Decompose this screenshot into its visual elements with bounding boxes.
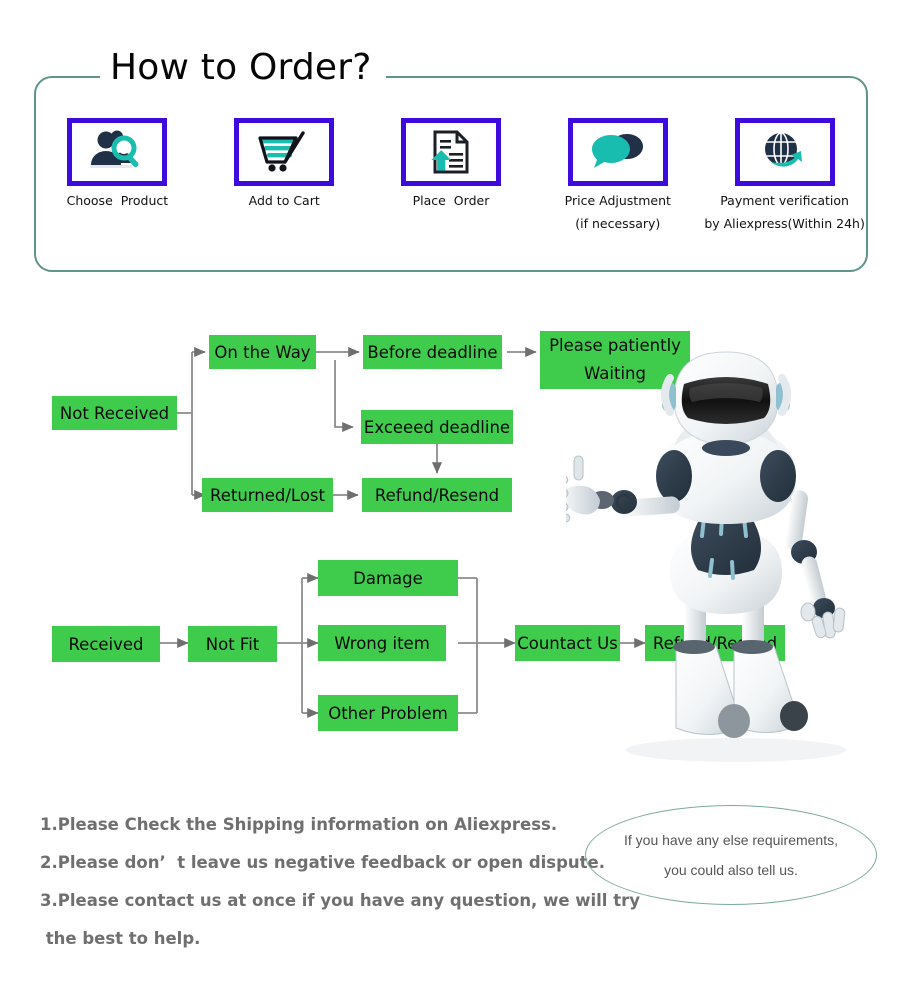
node-received[interactable]: Received [52, 626, 160, 662]
chat-bubbles-icon [589, 130, 647, 174]
step-icon-frame [734, 118, 835, 186]
step-label: Payment verification [720, 193, 849, 208]
node-other-problem[interactable]: Other Problem [318, 695, 458, 731]
step-label: Add to Cart [248, 193, 320, 208]
node-damage[interactable]: Damage [318, 560, 458, 596]
requirements-bubble: If you have any else requirements, you c… [585, 805, 877, 905]
node-returned-lost[interactable]: Returned/Lost [202, 478, 333, 512]
order-steps: Choose Product Add to Cart Place Order P… [34, 118, 868, 258]
node-please-patiently-waiting[interactable]: Please patiently Waiting [540, 331, 690, 389]
node-refund-resend-received[interactable]: Refund/Resend [645, 625, 785, 661]
node-contact-us[interactable]: Countact Us [515, 625, 620, 661]
note-line-4: the best to help. [40, 929, 201, 948]
document-upload-icon [426, 129, 476, 175]
step-add-to-cart[interactable]: Add to Cart [209, 118, 359, 209]
node-not-fit[interactable]: Not Fit [188, 626, 277, 662]
order-issue-flowchart: Not Received On the Way Before deadline … [0, 300, 900, 770]
node-refund-resend-shipping[interactable]: Refund/Resend [362, 478, 512, 512]
node-not-received[interactable]: Not Received [52, 396, 177, 430]
step-icon-frame [67, 118, 168, 186]
step-icon-frame [234, 118, 335, 186]
step-price-adjustment[interactable]: Price Adjustment (if necessary) [543, 118, 693, 232]
note-line-3: 3.Please contact us at once if you have … [40, 891, 640, 910]
step-label: Price Adjustment [564, 193, 671, 208]
step-label: Choose Product [66, 193, 169, 208]
node-before-deadline[interactable]: Before deadline [363, 335, 502, 369]
step-sublabel: (if necessary) [575, 216, 661, 231]
step-icon-frame [400, 118, 501, 186]
bubble-line-1: If you have any else requirements, [623, 832, 838, 848]
node-exceed-deadline[interactable]: Exceeed deadline [361, 410, 513, 444]
shopping-cart-icon [255, 129, 313, 175]
note-line-2: 2.Please don’ t leave us negative feedba… [40, 853, 606, 872]
step-label: Place Order [412, 193, 490, 208]
person-search-icon [88, 129, 146, 175]
note-line-1: 1.Please Check the Shipping information … [40, 815, 558, 834]
step-place-order[interactable]: Place Order [376, 118, 526, 209]
shipping-notes: 1.Please Check the Shipping information … [40, 806, 640, 958]
page-root: How to Order? Choose Product Add to Cart… [0, 0, 900, 1000]
globe-arrow-icon [759, 129, 811, 175]
step-icon-frame [567, 118, 668, 186]
step-choose-product[interactable]: Choose Product [42, 118, 192, 209]
bubble-line-2: you could also tell us. [664, 862, 798, 878]
page-title: How to Order? [100, 46, 386, 90]
step-payment-verification[interactable]: Payment verification by Aliexpress(Withi… [704, 118, 865, 232]
node-on-the-way[interactable]: On the Way [209, 335, 316, 369]
node-wrong-item[interactable]: Wrong item [318, 625, 446, 661]
step-sublabel: by Aliexpress(Within 24h) [704, 216, 865, 231]
